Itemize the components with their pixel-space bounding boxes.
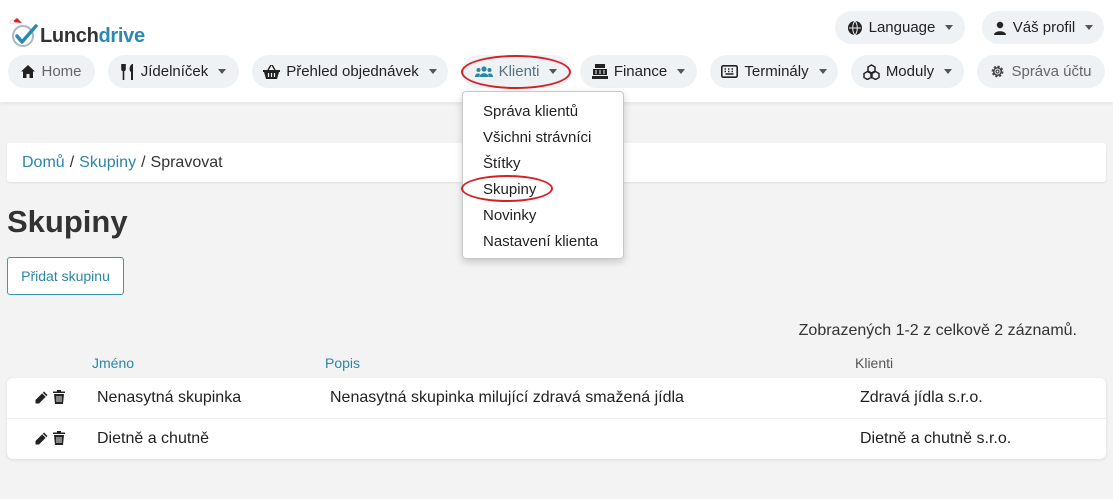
column-header-name[interactable]: Jméno [92, 355, 134, 371]
basket-icon [263, 64, 281, 79]
breadcrumb-current: Spravovat [150, 153, 223, 171]
nav-clients[interactable]: Klienti [462, 55, 570, 88]
breadcrumb-separator: / [141, 153, 146, 171]
modules-icon [863, 63, 880, 80]
group-description: Nenasytná skupinka milující zdravá smaže… [330, 389, 684, 406]
nav-finance[interactable]: Finance [580, 55, 697, 88]
group-name: Nenasytná skupinka [97, 389, 242, 406]
logo-text: Lunchdrive [40, 25, 145, 47]
row-actions [35, 390, 65, 404]
users-icon [474, 65, 493, 77]
chevron-down-icon [1085, 25, 1094, 30]
globe-icon [847, 20, 862, 35]
logo-check-icon [9, 18, 38, 47]
dropdown-item-client-management[interactable]: Správa klientů [463, 99, 623, 125]
language-dropdown[interactable]: Language [835, 11, 965, 44]
cutlery-icon [120, 63, 133, 80]
chevron-down-icon [218, 69, 227, 74]
page-title: Skupiny [7, 204, 128, 239]
clients-dropdown-menu: Správa klientů Všichni strávníci Štítky … [462, 91, 624, 259]
breadcrumb-separator: / [69, 153, 75, 171]
group-client: Zdravá jídla s.r.o. [860, 389, 983, 406]
dropdown-item-tags[interactable]: Štítky [463, 151, 623, 177]
chevron-down-icon [945, 25, 954, 30]
groups-table: Nenasytná skupinka Nenasytná skupinka mi… [7, 378, 1106, 459]
pencil-icon[interactable] [35, 432, 48, 445]
pencil-icon[interactable] [35, 391, 48, 404]
home-icon [21, 65, 36, 78]
column-header-description[interactable]: Popis [325, 355, 360, 371]
add-group-button[interactable]: Přidat skupinu [7, 257, 124, 295]
chevron-down-icon [428, 69, 437, 74]
chevron-down-icon [944, 69, 953, 74]
terminal-icon [721, 65, 739, 78]
breadcrumb-groups-link[interactable]: Skupiny [79, 154, 136, 172]
chevron-down-icon [818, 69, 827, 74]
table-row: Nenasytná skupinka Nenasytná skupinka mi… [7, 378, 1106, 418]
dropdown-item-client-settings[interactable]: Nastavení klienta [463, 229, 623, 255]
trash-icon[interactable] [53, 431, 65, 445]
breadcrumb-home-link[interactable]: Domů [22, 154, 65, 172]
gear-icon [992, 65, 1004, 78]
chevron-down-icon [677, 69, 686, 74]
chevron-down-icon [549, 69, 558, 74]
record-count: Zobrazených 1-2 z celkově 2 záznamů. [798, 322, 1077, 339]
group-name: Dietně a chutně [97, 430, 210, 447]
dropdown-item-groups[interactable]: Skupiny [463, 177, 623, 203]
nav-terminals[interactable]: Terminály [710, 55, 838, 88]
lunchdrive-logo[interactable]: Lunchdrive [8, 14, 145, 48]
nav-account[interactable]: Správa účtu [977, 55, 1105, 88]
user-icon [993, 21, 1006, 35]
nav-orders[interactable]: Přehled objednávek [252, 55, 448, 88]
dropdown-item-all-diners[interactable]: Všichni strávníci [463, 125, 623, 151]
nav-home[interactable]: Home [8, 55, 95, 88]
column-header-clients: Klienti [855, 355, 894, 371]
group-client: Dietně a chutně s.r.o. [860, 430, 1012, 447]
cash-register-icon [591, 64, 608, 79]
row-actions [35, 431, 65, 445]
dropdown-item-news[interactable]: Novinky [463, 203, 623, 229]
trash-icon[interactable] [53, 390, 65, 404]
nav-menu[interactable]: Jídelníček [108, 55, 239, 88]
profile-dropdown[interactable]: Váš profil [982, 11, 1104, 44]
nav-modules[interactable]: Moduly [851, 55, 964, 88]
top-header: Lunchdrive Language Váš profil Home Jíde… [0, 0, 1113, 102]
table-row: Dietně a chutně Dietně a chutně s.r.o. [7, 418, 1106, 458]
